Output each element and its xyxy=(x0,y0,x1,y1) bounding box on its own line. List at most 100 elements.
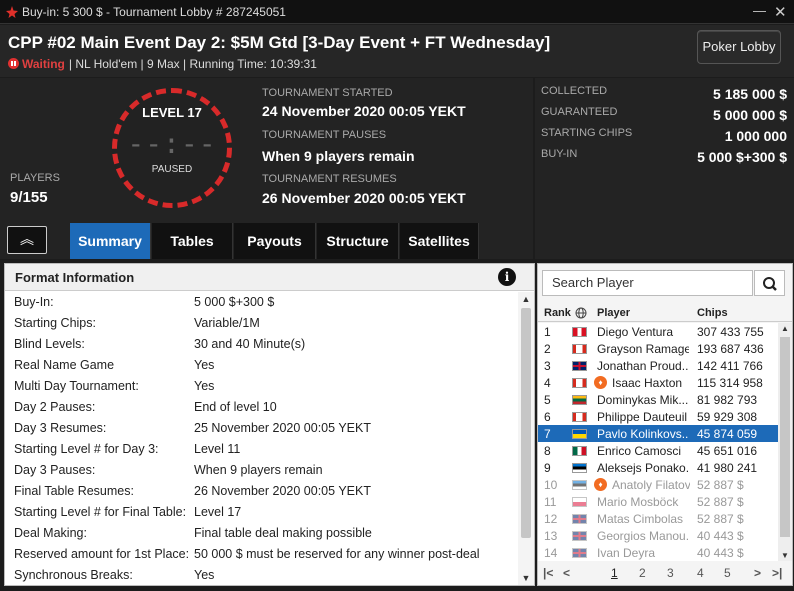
format-row: Deal Making: Final table deal making poss… xyxy=(5,523,517,544)
player-name: Philippe Dauteuil xyxy=(597,410,688,424)
info-icon[interactable]: i xyxy=(498,268,516,286)
player-row[interactable]: 4 ♦ Isaac Haxton 115 314 958 xyxy=(538,374,778,391)
tab-tables[interactable]: Tables xyxy=(152,223,233,259)
format-information-panel: Format Information i Buy-In: 5 000 $+300 … xyxy=(4,263,535,586)
player-chips: 81 982 793 xyxy=(697,393,758,407)
format-value: 25 November 2020 00:05 YEKT xyxy=(194,421,371,435)
player-chips: 41 980 241 xyxy=(697,461,758,475)
player-row[interactable]: 11 Mario Mosböck 52 887 $ xyxy=(538,493,778,510)
rank-header[interactable]: Rank xyxy=(544,307,571,319)
scroll-up-icon[interactable]: ▲ xyxy=(518,294,534,304)
format-key: Reserved amount for 1st Place: xyxy=(14,547,190,561)
scroll-thumb[interactable] xyxy=(521,308,531,538)
format-row: Multi Day Tournament: Yes xyxy=(5,376,517,397)
format-key: Day 3 Pauses: xyxy=(14,463,96,477)
pauses-label: TOURNAMENT PAUSES xyxy=(262,129,387,141)
player-name: Aleksejs Ponako... xyxy=(597,461,689,475)
player-rank: 1 xyxy=(544,325,551,339)
player-name: Georgios Manou... xyxy=(597,529,689,543)
search-player-input[interactable]: Search Player xyxy=(542,270,753,296)
player-row[interactable]: 14 Ivan Deyra 40 443 $ xyxy=(538,544,778,561)
player-chips: 59 929 308 xyxy=(697,410,758,424)
tab-summary[interactable]: Summary xyxy=(70,223,151,259)
player-chips: 52 887 $ xyxy=(697,495,744,509)
page-3-link[interactable]: 3 xyxy=(667,566,674,580)
format-value: 26 November 2020 00:05 YEKT xyxy=(194,484,371,498)
resumes-label: TOURNAMENT RESUMES xyxy=(262,173,397,185)
collapse-chevron-up-icon[interactable]: ︽ xyxy=(7,226,47,254)
format-value: Variable/1M xyxy=(194,316,260,330)
buy-in-row: BUY-IN 5 000 $+300 $ xyxy=(541,148,787,168)
player-row[interactable]: 13 Georgios Manou... 40 443 $ xyxy=(538,527,778,544)
player-rank: 5 xyxy=(544,393,551,407)
format-value: Final table deal making possible xyxy=(194,526,372,540)
stat-label: BUY-IN xyxy=(541,148,578,160)
event-subtitle: Waiting | NL Hold'em | 9 Max | Running Ti… xyxy=(8,57,317,71)
player-row[interactable]: 5 Dominykas Mik... 81 982 793 xyxy=(538,391,778,408)
format-key: Synchronous Breaks: xyxy=(14,568,133,582)
scroll-up-icon[interactable]: ▲ xyxy=(778,324,792,333)
player-chips: 142 411 766 xyxy=(697,359,763,373)
player-name: Isaac Haxton xyxy=(612,376,683,390)
player-chips: 307 433 755 xyxy=(697,325,764,339)
player-row[interactable]: 3 Jonathan Proud... 142 411 766 xyxy=(538,357,778,374)
player-rank: 3 xyxy=(544,359,551,373)
poker-lobby-button[interactable]: Poker Lobby xyxy=(697,30,781,64)
stat-label: STARTING CHIPS xyxy=(541,127,633,139)
format-scrollbar[interactable]: ▲ ▼ xyxy=(518,292,534,585)
player-row[interactable]: 7 Pavlo Kolinkovs... 45 874 059 xyxy=(538,425,778,442)
player-scrollbar[interactable]: ▲ ▼ xyxy=(778,323,792,561)
estonia-flag-icon xyxy=(572,463,587,473)
player-row[interactable]: 12 Matas Cimbolas 52 887 $ xyxy=(538,510,778,527)
player-chips: 45 651 016 xyxy=(697,444,758,458)
format-row: Starting Chips: Variable/1M xyxy=(5,313,517,334)
player-row[interactable]: 10 ♦ Anatoly Filatov 52 887 $ xyxy=(538,476,778,493)
chips-header[interactable]: Chips xyxy=(697,307,728,319)
page-2-link[interactable]: 2 xyxy=(639,566,646,580)
prev-page-button[interactable]: < xyxy=(563,566,570,580)
player-header[interactable]: Player xyxy=(597,307,630,319)
page-5-link[interactable]: 5 xyxy=(724,566,731,580)
page-1-link[interactable]: 1 xyxy=(611,566,618,580)
canada-flag-icon xyxy=(572,378,587,388)
search-button[interactable] xyxy=(754,270,785,296)
player-row[interactable]: 2 Grayson Ramage 193 687 436 xyxy=(538,340,778,357)
scroll-down-icon[interactable]: ▼ xyxy=(518,573,534,583)
team-pro-badge-icon: ♦ xyxy=(594,478,607,491)
player-row[interactable]: 8 Enrico Camosci 45 651 016 xyxy=(538,442,778,459)
tab-structure[interactable]: Structure xyxy=(317,223,399,259)
player-row[interactable]: 6 Philippe Dauteuil 59 929 308 xyxy=(538,408,778,425)
pagination: |< < 1 2 3 4 5 > >| xyxy=(538,562,792,584)
tab-satellites[interactable]: Satellites xyxy=(400,223,479,259)
format-value: 5 000 $+300 $ xyxy=(194,295,275,309)
scroll-down-icon[interactable]: ▼ xyxy=(778,551,792,560)
minimize-button[interactable]: — xyxy=(753,3,766,18)
page-4-link[interactable]: 4 xyxy=(697,566,704,580)
window-title: Buy-in: 5 300 $ - Tournament Lobby # 287… xyxy=(22,5,286,19)
format-key: Real Name Game xyxy=(14,358,115,372)
uk-flag-icon xyxy=(572,548,587,558)
globe-icon[interactable] xyxy=(575,307,587,319)
last-page-button[interactable]: >| xyxy=(772,566,782,580)
player-row[interactable]: 1 Diego Ventura 307 433 755 xyxy=(538,323,778,340)
first-page-button[interactable]: |< xyxy=(543,566,553,580)
format-row: Real Name Game Yes xyxy=(5,355,517,376)
mexico-flag-icon xyxy=(572,446,587,456)
player-name: Ivan Deyra xyxy=(597,546,656,560)
pauses-value: When 9 players remain xyxy=(262,148,415,164)
format-row: Reserved amount for 1st Place: 50 000 $ m… xyxy=(5,544,517,565)
uk-flag-icon xyxy=(572,361,587,371)
close-button[interactable]: ✕ xyxy=(774,3,787,21)
resumes-value: 26 November 2020 00:05 YEKT xyxy=(262,190,466,206)
tournament-header: CPP #02 Main Event Day 2: $5M Gtd [3-Day… xyxy=(0,25,794,77)
started-value: 24 November 2020 00:05 YEKT xyxy=(262,103,466,119)
scroll-thumb[interactable] xyxy=(780,337,790,537)
next-page-button[interactable]: > xyxy=(754,566,761,580)
format-key: Day 2 Pauses: xyxy=(14,400,96,414)
poland-flag-icon xyxy=(572,497,587,507)
starting-chips-row: STARTING CHIPS 1 000 000 xyxy=(541,127,787,147)
player-row[interactable]: 9 Aleksejs Ponako... 41 980 241 xyxy=(538,459,778,476)
player-name: Jonathan Proud... xyxy=(597,359,689,373)
format-row: Buy-In: 5 000 $+300 $ xyxy=(5,292,517,313)
tab-payouts[interactable]: Payouts xyxy=(234,223,316,259)
